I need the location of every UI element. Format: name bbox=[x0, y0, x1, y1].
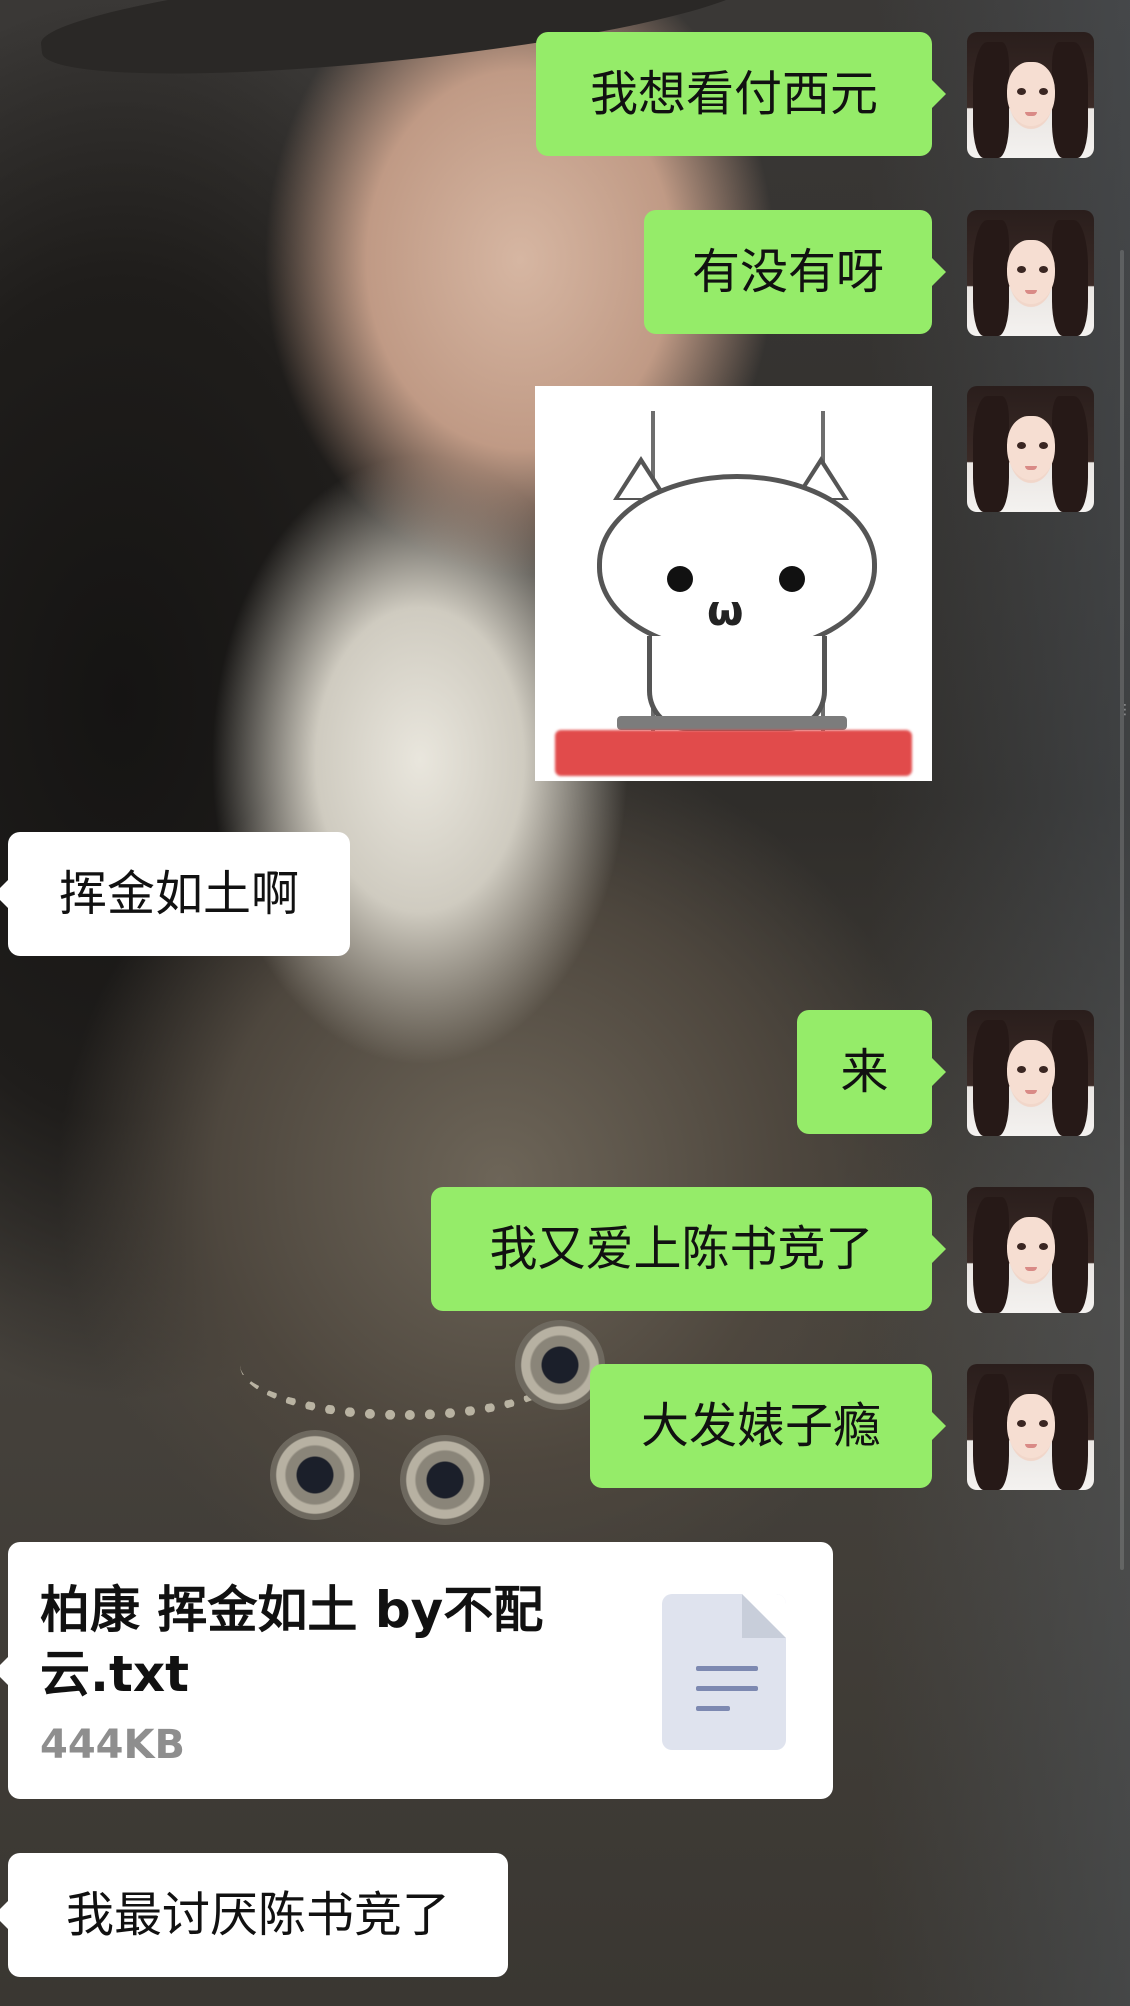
message-text: 我想看付西元 bbox=[589, 66, 878, 122]
message-text: 有没有呀 bbox=[691, 244, 884, 300]
message-text: 我又爱上陈书竞了 bbox=[489, 1221, 874, 1277]
avatar[interactable] bbox=[967, 210, 1094, 336]
avatar[interactable] bbox=[967, 1010, 1094, 1136]
avatar[interactable] bbox=[967, 1364, 1094, 1490]
cat-mouth: ω bbox=[707, 586, 744, 635]
sticker-banner bbox=[555, 730, 912, 776]
message-bubble-incoming[interactable]: 我最讨厌陈书竞了 bbox=[0, 1853, 508, 1977]
message-bubble-outgoing[interactable]: 来 bbox=[797, 1010, 946, 1134]
cat-eye bbox=[779, 566, 805, 592]
cat-eye bbox=[667, 566, 693, 592]
file-size: 444KB bbox=[40, 1722, 185, 1768]
message-text: 挥金如土啊 bbox=[58, 866, 299, 922]
scrollbar[interactable] bbox=[1120, 250, 1124, 1570]
avatar[interactable] bbox=[967, 32, 1094, 158]
more-dots-icon: ⋮ bbox=[1118, 702, 1130, 718]
file-name: 柏康 挥金如土 by不配云.txt bbox=[40, 1581, 544, 1703]
message-bubble-outgoing[interactable]: 我想看付西元 bbox=[536, 32, 946, 156]
avatar[interactable] bbox=[967, 386, 1094, 512]
sticker-cat-on-swing[interactable]: ω bbox=[535, 386, 932, 781]
file-message-card[interactable]: 柏康 挥金如土 by不配云.txt 444KB bbox=[0, 1542, 833, 1799]
document-icon bbox=[662, 1594, 786, 1750]
message-text: 来 bbox=[840, 1044, 889, 1100]
message-bubble-incoming[interactable]: 挥金如土啊 bbox=[0, 832, 350, 956]
wallpaper-coin bbox=[270, 1430, 360, 1520]
message-text: 我最讨厌陈书竞了 bbox=[65, 1887, 450, 1943]
message-bubble-outgoing[interactable]: 有没有呀 bbox=[644, 210, 946, 334]
message-text: 大发婊子瘾 bbox=[640, 1398, 881, 1454]
wallpaper-coin bbox=[400, 1435, 490, 1525]
message-bubble-outgoing[interactable]: 大发婊子瘾 bbox=[590, 1364, 946, 1488]
swing-seat bbox=[617, 716, 847, 730]
avatar[interactable] bbox=[967, 1187, 1094, 1313]
message-bubble-outgoing[interactable]: 我又爱上陈书竞了 bbox=[431, 1187, 946, 1311]
